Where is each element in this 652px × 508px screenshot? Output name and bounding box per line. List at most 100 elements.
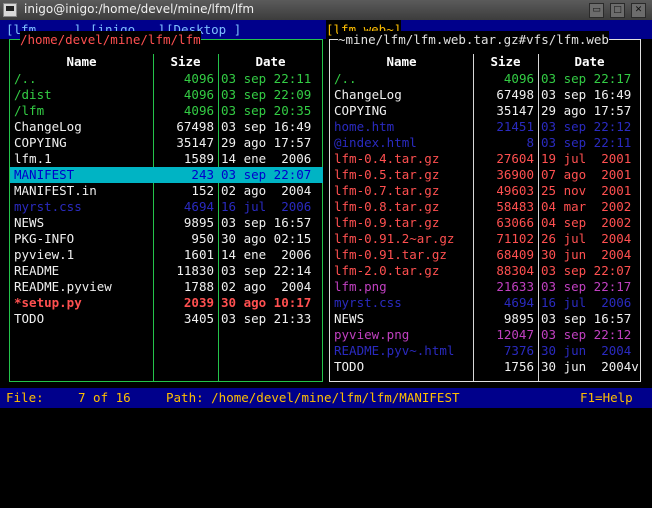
file-row[interactable]: NEWS 9895 03 sep 16:57 (10, 215, 323, 231)
file-name: ChangeLog (334, 87, 402, 102)
file-row[interactable]: /lfm 4096 03 sep 20:35 (10, 103, 323, 119)
file-date: 07 ago 2001 (541, 167, 632, 182)
file-name: README (14, 263, 60, 278)
file-size: 9895 (183, 215, 214, 230)
file-size: 7376 (503, 343, 534, 358)
file-name: /.. (334, 71, 357, 86)
file-size: 3405 (183, 311, 214, 326)
file-name: MANIFEST.in (14, 183, 97, 198)
file-date: 03 sep 22:12 (541, 327, 632, 342)
file-row[interactable]: lfm-0.91.2~ar.gz 71102 26 jul 2004 (330, 231, 641, 247)
file-date: 03 sep 22:11 (221, 71, 312, 86)
file-name: lfm-2.0.tar.gz (334, 263, 440, 278)
file-date: 03 sep 20:35 (221, 103, 312, 118)
file-size: 68409 (496, 247, 534, 262)
file-row[interactable]: lfm-0.7.tar.gz 49603 25 nov 2001 (330, 183, 641, 199)
file-date: 30 jun 2004 (541, 343, 632, 358)
file-row[interactable]: ChangeLog 67498 03 sep 16:49 (10, 119, 323, 135)
file-size: 9895 (503, 311, 534, 326)
size-column-header[interactable]: Size (473, 54, 538, 70)
file-name: @index.html (334, 135, 417, 150)
file-date: 03 sep 22:11 (541, 135, 632, 150)
file-date: 03 sep 22:09 (221, 87, 312, 102)
file-row[interactable]: README.pyv~.html 7376 30 jun 2004 (330, 343, 641, 359)
maximize-button[interactable]: □ (610, 3, 625, 18)
file-name: ChangeLog (14, 119, 82, 134)
date-column-header[interactable]: Date (538, 54, 641, 70)
file-size: 1589 (183, 151, 214, 166)
file-size: 71102 (496, 231, 534, 246)
file-size: 21633 (496, 279, 534, 294)
file-row[interactable]: lfm-0.5.tar.gz 36900 07 ago 2001 (330, 167, 641, 183)
file-row[interactable]: *setup.py 2039 30 ago 10:17 (10, 295, 323, 311)
file-size: 58483 (496, 199, 534, 214)
file-row[interactable]: myrst.css 4694 16 jul 2006 (10, 199, 323, 215)
file-row[interactable]: lfm-0.8.tar.gz 58483 04 mar 2002 (330, 199, 641, 215)
file-name: lfm-0.4.tar.gz (334, 151, 440, 166)
file-row[interactable]: lfm-0.4.tar.gz 27604 19 jul 2001 (330, 151, 641, 167)
name-column-header[interactable]: Name (10, 54, 153, 70)
shade-button[interactable]: ▭ (589, 3, 604, 18)
file-row[interactable]: myrst.css 4694 16 jul 2006 (330, 295, 641, 311)
file-size: 950 (191, 231, 214, 246)
file-row[interactable]: lfm-0.9.tar.gz 63066 04 sep 2002 (330, 215, 641, 231)
file-row[interactable]: lfm.png 21633 03 sep 22:17 (330, 279, 641, 295)
file-date: 03 sep 22:07 (221, 167, 312, 182)
status-path: Path: /home/devel/mine/lfm/lfm/MANIFEST (166, 390, 460, 405)
file-row[interactable]: lfm-0.91.tar.gz 68409 30 jun 2004 (330, 247, 641, 263)
left-panel[interactable]: /home/devel/mine/lfm/lfm Name Size Date … (9, 31, 323, 382)
right-panel[interactable]: ~mine/lfm/lfm.web.tar.gz#vfs/lfm.web Nam… (329, 31, 641, 382)
file-row[interactable]: TODO 1756 30 jun 2004v (330, 359, 641, 375)
name-column-header[interactable]: Name (330, 54, 473, 70)
date-column-header[interactable]: Date (218, 54, 323, 70)
file-row[interactable]: COPYING 35147 29 ago 17:57 (10, 135, 323, 151)
file-row[interactable]: pyview.png 12047 03 sep 22:12 (330, 327, 641, 343)
file-row[interactable]: pyview.1 1601 14 ene 2006 (10, 247, 323, 263)
file-size: 67498 (176, 119, 214, 134)
file-size: 4096 (503, 71, 534, 86)
file-name: README.pyv~.html (334, 343, 455, 358)
file-name: COPYING (334, 103, 387, 118)
file-date: 30 jun 2004 (541, 247, 632, 262)
file-row[interactable]: README 11830 03 sep 22:14 (10, 263, 323, 279)
close-button[interactable]: ✕ (631, 3, 646, 18)
file-size: 21451 (496, 119, 534, 134)
file-row[interactable]: @index.html 8 03 sep 22:11 (330, 135, 641, 151)
file-row[interactable]: TODO 3405 03 sep 21:33 (10, 311, 323, 327)
file-date: 29 ago 17:57 (541, 103, 632, 118)
status-help: F1=Help (580, 390, 633, 405)
file-row[interactable]: lfm-2.0.tar.gz 88304 03 sep 22:07 (330, 263, 641, 279)
file-row[interactable]: ChangeLog 67498 03 sep 16:49 (330, 87, 641, 103)
file-size: 4694 (183, 199, 214, 214)
status-file-label: File: (6, 390, 44, 405)
file-row[interactable]: PKG-INFO 950 30 ago 02:15 (10, 231, 323, 247)
file-size: 4694 (503, 295, 534, 310)
file-row[interactable]: lfm.1 1589 14 ene 2006 (10, 151, 323, 167)
file-size: 35147 (496, 103, 534, 118)
file-row[interactable]: README.pyview 1788 02 ago 2004 (10, 279, 323, 295)
size-column-header[interactable]: Size (153, 54, 218, 70)
file-date: 04 sep 2002 (541, 215, 632, 230)
title-bar[interactable]: inigo@inigo:/home/devel/mine/lfm/lfm ▭ □… (0, 0, 652, 21)
file-row[interactable]: COPYING 35147 29 ago 17:57 (330, 103, 641, 119)
file-size: 67498 (496, 87, 534, 102)
file-size: 152 (191, 183, 214, 198)
file-date: 02 ago 2004 (221, 183, 312, 198)
file-date: 02 ago 2004 (221, 279, 312, 294)
file-date: 14 ene 2006 (221, 247, 312, 262)
terminal-window: inigo@inigo:/home/devel/mine/lfm/lfm ▭ □… (0, 0, 652, 413)
file-date: 30 jun 2004v (541, 359, 639, 374)
file-row[interactable]: MANIFEST.in 152 02 ago 2004 (10, 183, 323, 199)
file-row[interactable]: /.. 4096 03 sep 22:11 (10, 71, 323, 87)
file-row[interactable]: /dist 4096 03 sep 22:09 (10, 87, 323, 103)
file-name: /lfm (14, 103, 45, 118)
file-name: lfm.png (334, 279, 387, 294)
file-row[interactable]: NEWS 9895 03 sep 16:57 (330, 311, 641, 327)
file-row[interactable]: /.. 4096 03 sep 22:17 (330, 71, 641, 87)
terminal-icon[interactable] (3, 3, 17, 17)
file-date: 16 jul 2006 (221, 199, 312, 214)
selected-file-row[interactable]: MANIFEST 243 03 sep 22:07 (10, 167, 323, 183)
file-name: lfm-0.91.tar.gz (334, 247, 447, 262)
file-name: /.. (14, 71, 37, 86)
file-row[interactable]: home.htm 21451 03 sep 22:12 (330, 119, 641, 135)
